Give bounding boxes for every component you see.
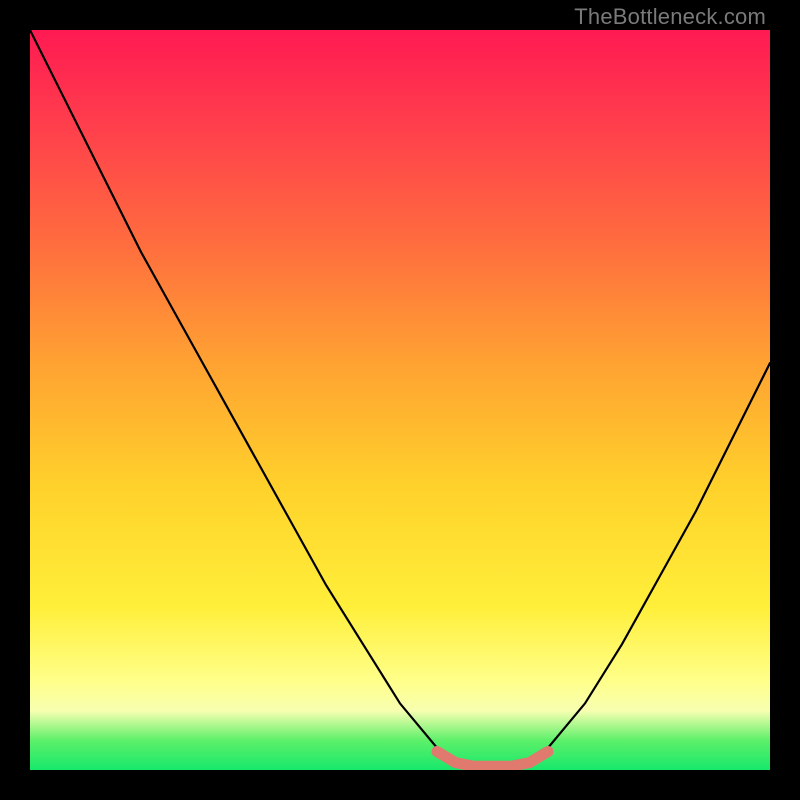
chart-frame: TheBottleneck.com: [0, 0, 800, 800]
watermark-text: TheBottleneck.com: [574, 4, 766, 30]
plot-area: [30, 30, 770, 770]
bottleneck-curve-path: [30, 30, 770, 770]
chart-svg: [30, 30, 770, 770]
optimal-band-path: [437, 752, 548, 767]
